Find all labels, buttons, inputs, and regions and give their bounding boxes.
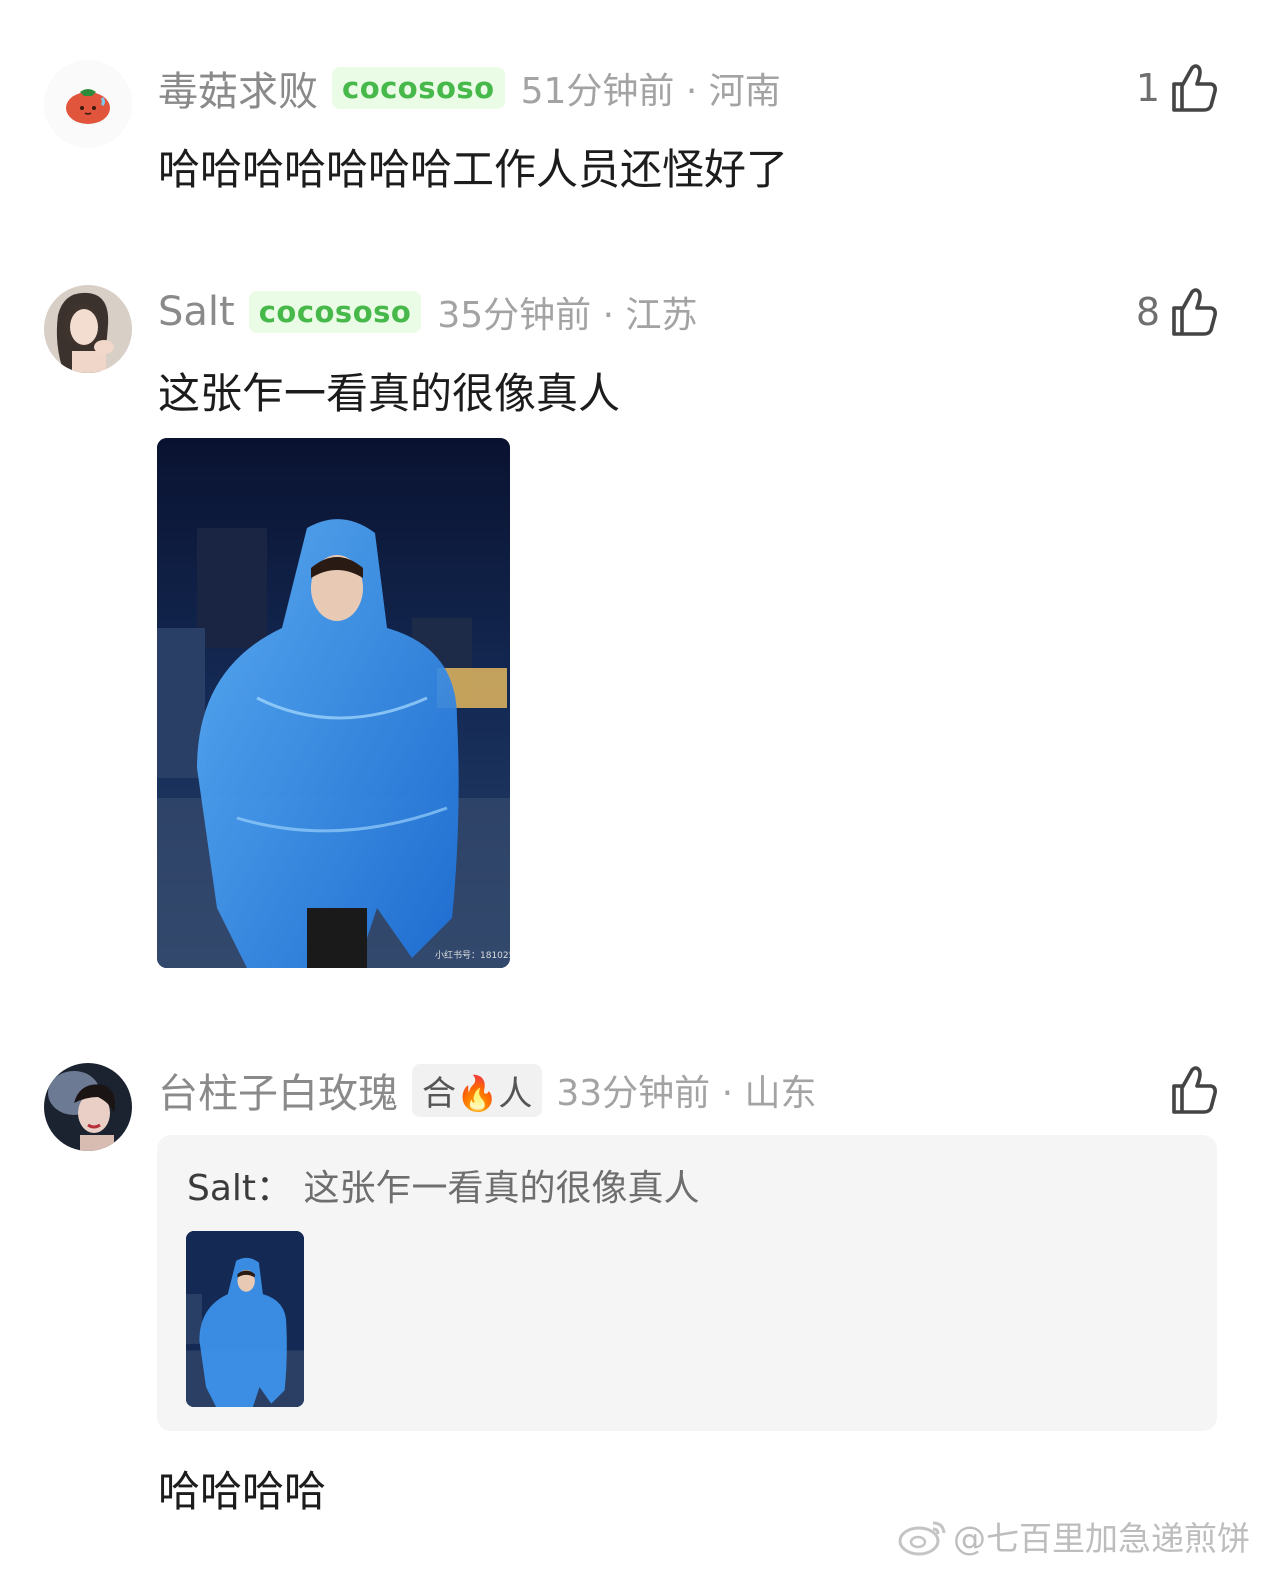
comment-meta: Salt cocososo 35分钟前 · 江苏 xyxy=(158,286,697,338)
like-button[interactable]: 1 xyxy=(1136,58,1218,118)
user-badge: 合🔥人 xyxy=(412,1063,543,1117)
watermark: @七百里加急递煎饼 xyxy=(897,1512,1250,1560)
comment-text: 这张乍一看真的很像真人 xyxy=(158,369,621,418)
image-caption: 小红书号：1810253 xyxy=(435,949,510,961)
avatar[interactable] xyxy=(44,285,132,373)
time-location: 35分钟前 · 江苏 xyxy=(437,295,698,336)
quoted-comment[interactable]: Salt： 这张乍一看真的很像真人 xyxy=(157,1135,1217,1431)
thumb-up-icon xyxy=(1172,1066,1217,1114)
user-badge: cocososo xyxy=(332,67,505,109)
time-location: 51分钟前 · 河南 xyxy=(520,71,781,112)
watermark-text: @七百里加急递煎饼 xyxy=(953,1519,1250,1558)
username[interactable]: 台柱子白玫瑰 xyxy=(158,1061,398,1119)
like-button[interactable]: 8 xyxy=(1136,282,1218,342)
like-button[interactable] xyxy=(1160,1060,1218,1120)
user-badge: cocososo xyxy=(248,291,422,333)
quote-username: Salt： xyxy=(187,1168,293,1209)
comment-image[interactable]: 小红书号：1810253 xyxy=(157,438,510,968)
weibo-icon xyxy=(898,1521,946,1556)
thumb-up-icon xyxy=(1172,64,1217,112)
username[interactable]: Salt xyxy=(158,289,235,335)
quote-line: Salt： 这张乍一看真的很像真人 xyxy=(187,1159,700,1211)
comment-meta: 毒菇求败 cocososo 51分钟前 · 河南 xyxy=(158,59,781,117)
quote-image-thumbnail[interactable] xyxy=(186,1231,304,1407)
comment-meta: 台柱子白玫瑰 合🔥人 33分钟前 · 山东 xyxy=(158,1061,817,1119)
quote-text: 这张乍一看真的很像真人 xyxy=(303,1168,700,1209)
avatar[interactable] xyxy=(44,60,132,148)
like-count: 1 xyxy=(1135,66,1160,110)
like-count: 8 xyxy=(1135,290,1160,334)
avatar[interactable] xyxy=(44,1063,132,1151)
time-location: 33分钟前 · 山东 xyxy=(556,1073,817,1114)
thumb-up-icon xyxy=(1172,288,1217,336)
username[interactable]: 毒菇求败 xyxy=(158,59,318,117)
comment-text: 哈哈哈哈哈哈哈工作人员还怪好了 xyxy=(158,145,789,194)
comment-text: 哈哈哈哈 xyxy=(158,1467,327,1516)
